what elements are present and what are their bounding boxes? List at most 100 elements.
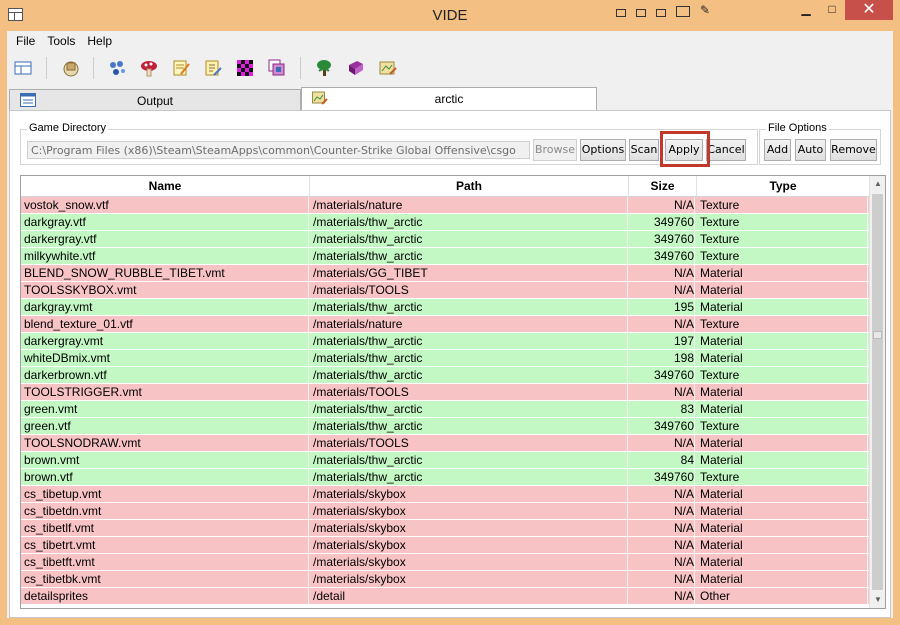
cell-path: /materials/skybox (313, 503, 628, 520)
pin-icon[interactable] (700, 3, 714, 17)
table-row[interactable]: whiteDBmix.vmt/materials/thw_arctic 198 Ma… (21, 350, 870, 367)
map-editor-icon[interactable] (379, 59, 397, 77)
cell-type: Other (700, 588, 868, 605)
mushroom-icon[interactable] (140, 59, 158, 77)
menu-file[interactable]: File (10, 31, 41, 51)
cell-type: Material (700, 503, 868, 520)
cell-size: 198 (632, 350, 695, 367)
column-header-name[interactable]: Name (21, 176, 310, 197)
column-header-path[interactable]: Path (310, 176, 629, 197)
cell-path: /materials/nature (313, 197, 628, 214)
cell-size: N/A (632, 316, 695, 333)
cell-type: Material (700, 486, 868, 503)
column-header-size[interactable]: Size (629, 176, 697, 197)
table-row[interactable]: detailsprites/detail N/A Other (21, 588, 870, 605)
table-row[interactable]: green.vmt/materials/thw_arctic 83 Material (21, 401, 870, 418)
toolbar-separator (46, 57, 47, 79)
cell-type: Material (700, 452, 868, 469)
cell-path: /materials/skybox (313, 571, 628, 588)
edit-page-icon[interactable] (204, 59, 222, 77)
cell-size: N/A (632, 486, 695, 503)
table-row[interactable]: TOOLSSKYBOX.vmt/materials/TOOLS N/A Materi… (21, 282, 870, 299)
vertical-scrollbar[interactable]: ▲ ▼ (869, 176, 885, 608)
table-row[interactable]: green.vtf/materials/thw_arctic 349760 Text… (21, 418, 870, 435)
tab-arctic[interactable]: arctic (301, 87, 597, 111)
minimize-button[interactable]: ▁ (792, 2, 820, 18)
cell-path: /materials/skybox (313, 520, 628, 537)
scroll-up-arrow-icon[interactable]: ▲ (870, 176, 885, 192)
cell-size: N/A (632, 571, 695, 588)
table-row[interactable]: brown.vtf/materials/thw_arctic 349760 Text… (21, 469, 870, 486)
remove-button[interactable]: Remove (830, 139, 877, 161)
cell-size: 349760 (632, 418, 695, 435)
table-body: vostok_snow.vtf/materials/nature N/A Textu… (21, 197, 870, 605)
tree-icon[interactable] (315, 59, 333, 77)
notepad-icon[interactable] (172, 59, 190, 77)
options-button[interactable]: Options (580, 139, 626, 161)
package-icon[interactable] (61, 59, 79, 77)
table-row[interactable]: brown.vmt/materials/thw_arctic 84 Material (21, 452, 870, 469)
column-header-type[interactable]: Type (697, 176, 870, 197)
cell-path: /materials/TOOLS (313, 435, 628, 452)
cell-name: BLEND_SNOW_RUBBLE_TIBET.vmt (24, 265, 309, 282)
cell-path: /materials/nature (313, 316, 628, 333)
checker-texture-icon[interactable] (236, 59, 254, 77)
cell-type: Material (700, 384, 868, 401)
tab-arctic-label: arctic (434, 92, 464, 106)
scroll-thumb[interactable] (872, 194, 883, 590)
cell-type: Material (700, 435, 868, 452)
table-row[interactable]: darkgray.vmt/materials/thw_arctic 195 Mate… (21, 299, 870, 316)
table-row[interactable]: darkerbrown.vtf/materials/thw_arctic 3497… (21, 367, 870, 384)
table-row[interactable]: BLEND_SNOW_RUBBLE_TIBET.vmt/materials/GG… (21, 265, 870, 282)
cancel-button[interactable]: Cancel (706, 139, 746, 161)
table-row[interactable]: vostok_snow.vtf/materials/nature N/A Textu… (21, 197, 870, 214)
scan-button[interactable]: Scan (629, 139, 659, 161)
cell-size: N/A (632, 435, 695, 452)
window-title: VIDE (432, 7, 468, 24)
molecules-icon[interactable] (108, 59, 126, 77)
snap-left-icon[interactable] (616, 9, 626, 17)
table-row[interactable]: TOOLSTRIGGER.vmt/materials/TOOLS N/A Mater… (21, 384, 870, 401)
table-row[interactable]: cs_tibetft.vmt/materials/skybox N/A Materi… (21, 554, 870, 571)
cell-type: Material (700, 299, 868, 316)
table-row[interactable]: cs_tibetup.vmt/materials/skybox N/A Materi… (21, 486, 870, 503)
table-row[interactable]: darkergray.vmt/materials/thw_arctic 197 Ma… (21, 333, 870, 350)
cell-name: green.vtf (24, 418, 309, 435)
game-directory-field[interactable]: C:\Program Files (x86)\Steam\SteamApps\c… (27, 141, 530, 159)
cell-name: TOOLSNODRAW.vmt (24, 435, 309, 452)
cell-type: Material (700, 537, 868, 554)
table-row[interactable]: blend_texture_01.vtf/materials/nature N/A… (21, 316, 870, 333)
grid-view-icon[interactable] (14, 59, 32, 77)
tab-output-label: Output (136, 94, 174, 108)
browse-button[interactable]: Browse (533, 139, 577, 161)
table-row[interactable]: darkergray.vtf/materials/thw_arctic 34976… (21, 231, 870, 248)
file-options-title: File Options (766, 122, 829, 134)
cell-name: cs_tibetup.vmt (24, 486, 309, 503)
menu-tools[interactable]: Tools (41, 31, 81, 51)
cell-size: 349760 (632, 248, 695, 265)
layers-icon[interactable] (268, 59, 286, 77)
maximize-button[interactable]: □ (818, 2, 846, 18)
file-table: Name Path Size Type vostok_snow.vtf/mate… (20, 175, 886, 609)
cell-name: cs_tibetlf.vmt (24, 520, 309, 537)
table-row[interactable]: cs_tibetdn.vmt/materials/skybox N/A Materi… (21, 503, 870, 520)
tab-output[interactable]: Output (9, 89, 301, 111)
table-row[interactable]: TOOLSNODRAW.vmt/materials/TOOLS N/A Materi… (21, 435, 870, 452)
title-bar: VIDE ▁ □ ✕ (0, 0, 900, 31)
menu-help[interactable]: Help (81, 31, 118, 51)
auto-button[interactable]: Auto (795, 139, 826, 161)
cascade-windows-icon[interactable] (676, 6, 690, 17)
scroll-down-arrow-icon[interactable]: ▼ (870, 592, 885, 608)
snap-bottom-icon[interactable] (636, 9, 646, 17)
book-icon[interactable] (347, 59, 365, 77)
table-row[interactable]: cs_tibetlf.vmt/materials/skybox N/A Materi… (21, 520, 870, 537)
add-button[interactable]: Add (764, 139, 791, 161)
cell-name: darkerbrown.vtf (24, 367, 309, 384)
cell-type: Material (700, 571, 868, 588)
table-row[interactable]: milkywhite.vtf/materials/thw_arctic 34976… (21, 248, 870, 265)
table-row[interactable]: cs_tibetrt.vmt/materials/skybox N/A Materi… (21, 537, 870, 554)
table-row[interactable]: cs_tibetbk.vmt/materials/skybox N/A Materi… (21, 571, 870, 588)
close-button[interactable]: ✕ (845, 0, 893, 20)
table-row[interactable]: darkgray.vtf/materials/thw_arctic 349760 T… (21, 214, 870, 231)
snap-right-icon[interactable] (656, 9, 666, 17)
